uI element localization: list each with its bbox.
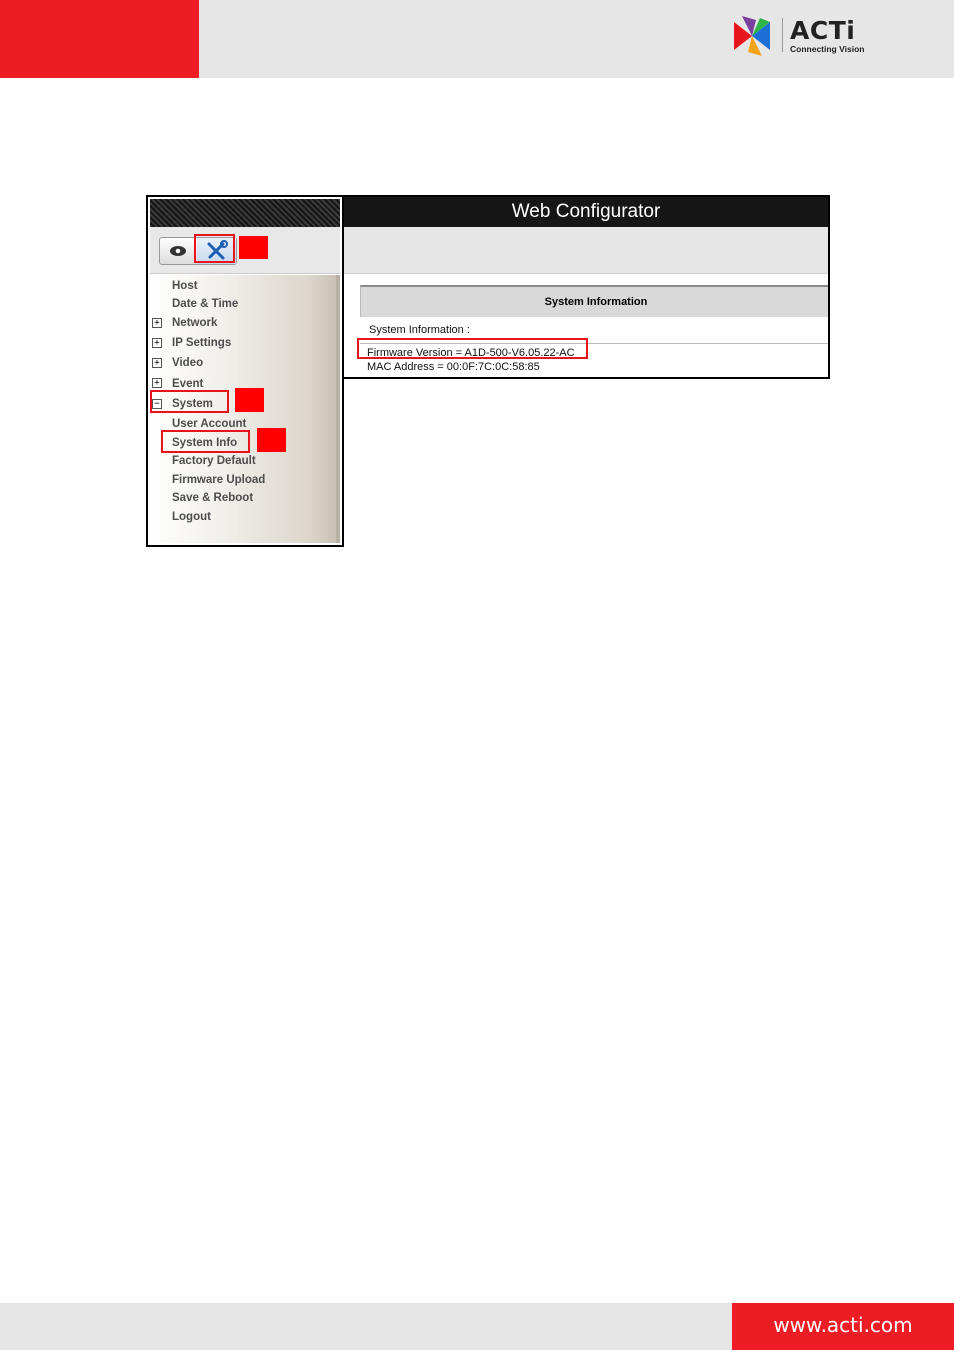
acti-logo-icon bbox=[734, 16, 770, 56]
menu-item-host[interactable]: Host bbox=[172, 280, 198, 292]
menu-item-date-time[interactable]: Date & Time bbox=[172, 298, 238, 310]
menu-item-user-account[interactable]: User Account bbox=[172, 418, 246, 430]
expand-icon[interactable]: + bbox=[152, 358, 162, 368]
logo-wordmark: ACTi bbox=[790, 16, 856, 45]
menu-item-network[interactable]: Network bbox=[172, 317, 217, 329]
menu-item-factory-default[interactable]: Factory Default bbox=[172, 455, 256, 467]
expand-icon[interactable]: + bbox=[152, 378, 162, 388]
logo-tagline: Connecting Vision bbox=[790, 44, 865, 54]
menu-item-firmware-upload[interactable]: Firmware Upload bbox=[172, 474, 265, 486]
header-red-block bbox=[0, 0, 199, 78]
step-callout-tag bbox=[235, 388, 264, 412]
sidebar-scrollbar[interactable] bbox=[336, 275, 340, 543]
system-info-highlight bbox=[161, 430, 250, 453]
acti-logo: ACTi Connecting Vision bbox=[732, 16, 872, 56]
expand-icon[interactable]: + bbox=[152, 318, 162, 328]
logo-separator bbox=[782, 18, 783, 52]
footer-website-link[interactable]: www.acti.com bbox=[732, 1303, 954, 1347]
firmware-version-highlight bbox=[357, 338, 588, 359]
system-info-label: System Information : bbox=[369, 324, 470, 336]
menu-item-logout[interactable]: Logout bbox=[172, 511, 211, 523]
step-callout-tag bbox=[257, 428, 286, 452]
setup-button-highlight bbox=[194, 234, 235, 263]
live-view-button[interactable] bbox=[160, 238, 196, 264]
eye-icon bbox=[170, 246, 186, 256]
mac-address-text: MAC Address = 00:0F:7C:0C:58:85 bbox=[367, 361, 540, 373]
menu-item-event[interactable]: Event bbox=[172, 378, 203, 390]
system-info-header: System Information bbox=[360, 285, 828, 317]
menu-item-save-reboot[interactable]: Save & Reboot bbox=[172, 492, 253, 504]
content-toolbar-strip bbox=[344, 227, 828, 274]
menu-item-ip-settings[interactable]: IP Settings bbox=[172, 337, 231, 349]
step-callout-tag bbox=[239, 236, 268, 259]
sidebar-header-strip bbox=[150, 199, 340, 227]
expand-icon[interactable]: + bbox=[152, 338, 162, 348]
configurator-title: Web Configurator bbox=[344, 197, 828, 227]
system-menu-highlight bbox=[150, 390, 229, 413]
menu-item-video[interactable]: Video bbox=[172, 357, 203, 369]
